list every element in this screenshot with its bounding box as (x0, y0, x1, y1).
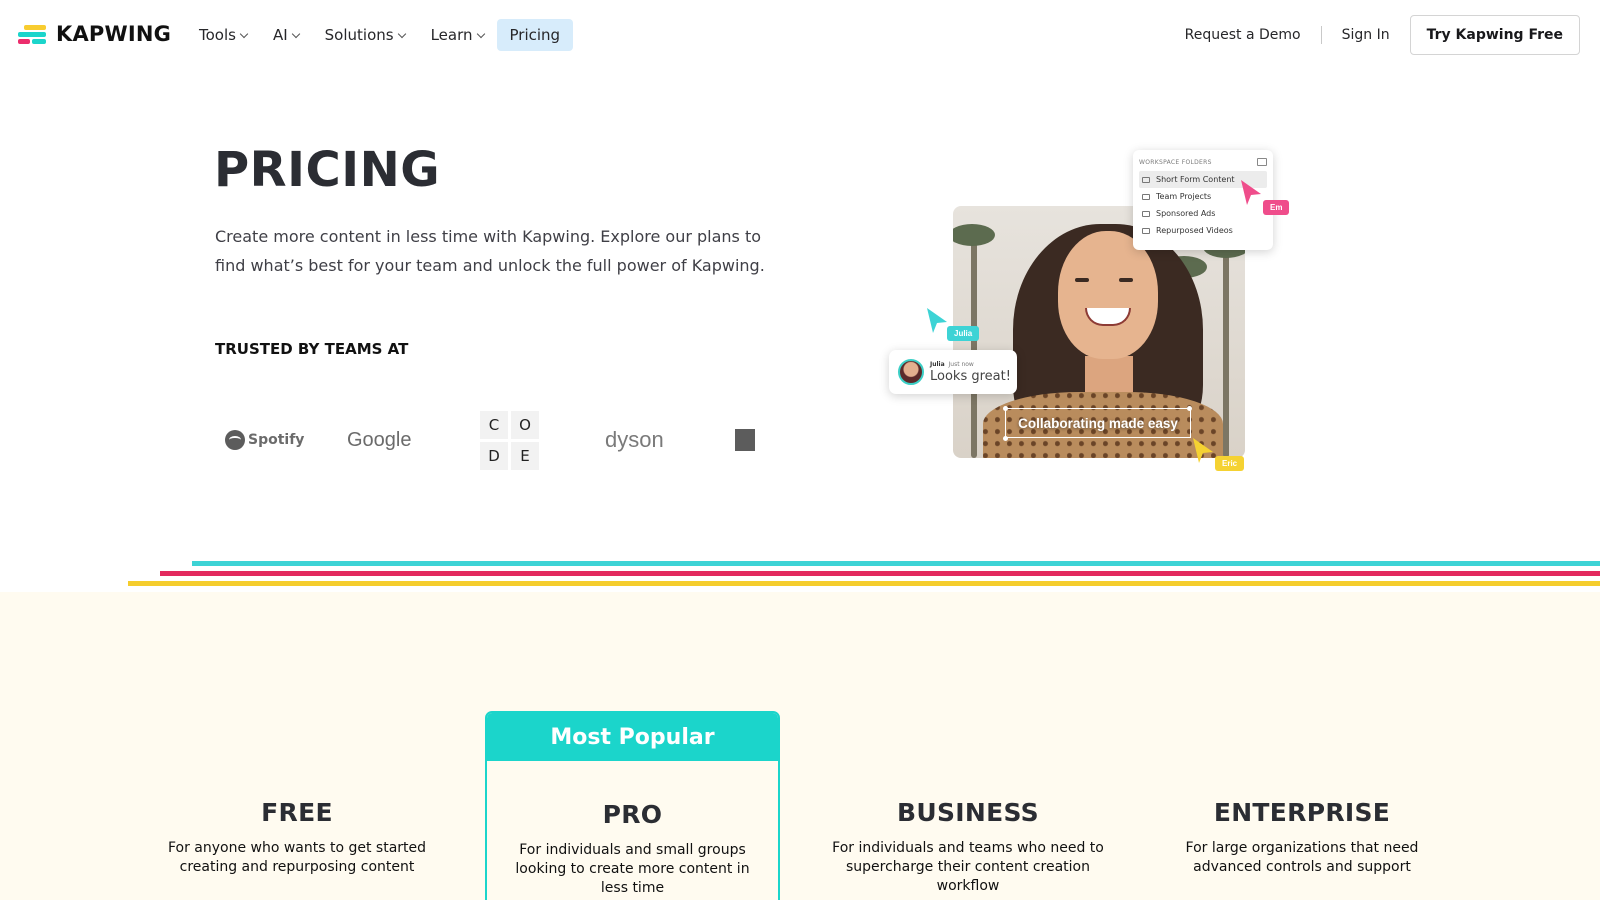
dyson-logo: dyson (605, 427, 735, 453)
google-logo: Google (345, 429, 475, 452)
account-nav: Request a Demo Sign In Try Kapwing Free (1165, 15, 1580, 55)
page-title: PRICING (214, 142, 441, 198)
plan-name: FREE (261, 798, 333, 827)
menu-label: AI (272, 26, 288, 44)
folder-label: Team Projects (1156, 192, 1212, 201)
cursor-tag-em: Em (1263, 200, 1290, 215)
request-demo-link[interactable]: Request a Demo (1165, 27, 1321, 43)
cursor-tag-julia: Julia (947, 326, 980, 341)
comment-time: Just now (948, 360, 974, 368)
spotify-icon (225, 430, 245, 450)
hero-description: Create more content in less time with Ka… (215, 227, 765, 275)
plan-description: For individuals and small groups looking… (515, 842, 750, 896)
spotify-logo: Spotify (215, 430, 345, 450)
top-nav: KAPWING Tools AI Solutions Learn Pricing… (0, 0, 1600, 70)
logo-text: KAPWING (56, 22, 172, 46)
comment-bubble: Julia Just now Looks great! (889, 350, 1017, 394)
folder-icon (1142, 193, 1150, 200)
plan-business: BUSINESS For individuals and teams who n… (830, 798, 1106, 896)
menu-item-tools[interactable]: Tools (186, 19, 260, 51)
menu-label: Learn (430, 26, 473, 44)
decorative-stripe-cyan (192, 561, 1600, 566)
sign-in-link[interactable]: Sign In (1322, 27, 1410, 43)
plan-enterprise: ENTERPRISE For large organizations that … (1170, 798, 1434, 877)
chevron-down-icon (397, 29, 406, 38)
code-letter: C (480, 410, 508, 439)
google-wordmark: Google (347, 428, 412, 451)
chevron-down-icon (239, 29, 249, 38)
plan-description: For anyone who wants to get started crea… (167, 840, 427, 875)
plan-name: BUSINESS (897, 798, 1039, 827)
folder-label: Sponsored Ads (1156, 209, 1216, 218)
chevron-down-icon (476, 29, 485, 38)
kapwing-logo-icon (18, 23, 48, 45)
menu-item-learn[interactable]: Learn (418, 19, 497, 51)
comment-author: Julia (930, 360, 945, 368)
decorative-stripe-yellow (128, 581, 1600, 586)
spotify-wordmark: Spotify (248, 432, 305, 448)
chevron-down-icon (291, 29, 300, 38)
resize-handle (1003, 436, 1008, 441)
menu-item-pricing[interactable]: Pricing (496, 19, 574, 51)
comment-meta: Julia Just now (930, 361, 1011, 368)
folder-item: Repurposed Videos (1139, 222, 1267, 239)
code-logo: C O D E (475, 410, 605, 470)
menu-item-ai[interactable]: AI (260, 19, 312, 51)
main-menu: Tools AI Solutions Learn Pricing (186, 19, 574, 51)
decorative-stripe-pink (160, 571, 1600, 576)
folder-label: Repurposed Videos (1156, 226, 1233, 235)
menu-label: Pricing (509, 26, 561, 44)
most-popular-badge: Most Popular (487, 713, 778, 761)
plan-free: FREE For anyone who wants to get started… (167, 798, 427, 877)
plan-description: For large organizations that need advanc… (1185, 840, 1419, 875)
folder-label: Short Form Content (1156, 175, 1235, 184)
menu-label: Tools (199, 26, 236, 44)
trusted-label: TRUSTED BY TEAMS AT (215, 340, 409, 358)
folder-icon (1142, 176, 1150, 183)
resize-handle (1187, 406, 1192, 411)
folder-icon (1142, 210, 1150, 217)
code-letter: O (511, 410, 539, 439)
menu-item-solutions[interactable]: Solutions (312, 19, 418, 51)
dyson-wordmark: dyson (605, 427, 664, 452)
menu-label: Solutions (324, 26, 394, 44)
resize-handle (1003, 406, 1008, 411)
try-free-button[interactable]: Try Kapwing Free (1409, 15, 1580, 55)
code-letter: E (511, 441, 539, 470)
plan-description: For individuals and teams who need to su… (832, 840, 1104, 894)
code-letter: D (480, 441, 508, 470)
folder-icon (1142, 227, 1150, 234)
customer-logos: Spotify Google C O D E dyson (215, 405, 760, 475)
collaboration-illustration: WORKSPACE FOLDERS Short Form Content Tea… (885, 148, 1305, 488)
folders-heading: WORKSPACE FOLDERS (1139, 158, 1212, 166)
avatar (898, 359, 924, 385)
kapwing-logo[interactable]: KAPWING (18, 22, 171, 46)
cursor-tag-eric: Eric (1215, 456, 1245, 471)
partial-logo (735, 429, 755, 451)
comment-text: Looks great! (930, 368, 1011, 384)
new-folder-icon (1257, 158, 1267, 166)
plan-name: PRO (602, 800, 663, 829)
plan-pro: PRO For individuals and small groups loo… (500, 800, 765, 898)
caption-textbox: Collaborating made easy (1005, 408, 1191, 438)
plan-name: ENTERPRISE (1213, 798, 1391, 827)
